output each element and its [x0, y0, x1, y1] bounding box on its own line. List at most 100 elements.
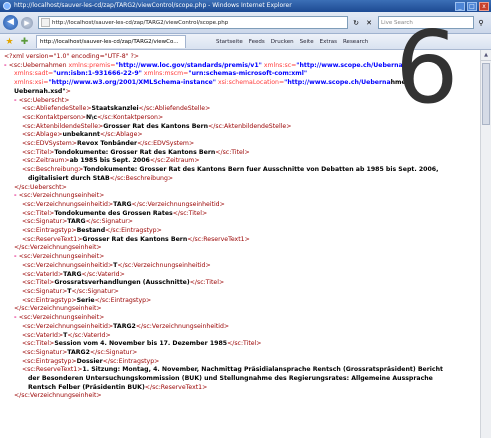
page-favicon-icon: [41, 18, 50, 27]
xml-tag: <sc:Signatur>: [22, 287, 68, 295]
xml-tag: >: [65, 87, 71, 95]
xml-text: 1. Sitzung: Montag, 4. November, Nachmit…: [82, 366, 443, 374]
scroll-up-icon[interactable]: ▲: [481, 50, 491, 61]
xml-tag: </sc:Verzeichnungseinheit>: [14, 305, 102, 313]
xml-tag: </sc:Verzeichnungseinheitid>: [131, 200, 225, 208]
xml-tag: <sc:Verzeichnungseinheitid>: [22, 261, 114, 269]
xml-text: Tondokumente des Grossen Rates: [54, 209, 173, 217]
xml-tag: </sc:AktenbildendeStelle>: [208, 122, 292, 130]
xml-tag: <sc:VaterId>: [22, 331, 64, 339]
xml-line: <sc:Zeitraum>ab 1985 bis Sept. 2006</sc:…: [0, 157, 480, 166]
xml-tag: <sc:Eintragstyp>: [22, 296, 77, 304]
xml-line: <sc:Signatur>T</sc:Signatur>: [0, 288, 480, 297]
xml-attr-name: xsi:schemaLocation=: [215, 79, 285, 87]
xml-tag: <sc:Eintragstyp>: [22, 227, 77, 235]
stop-icon[interactable]: ✕: [364, 18, 374, 28]
xml-tag: <sc:Titel>: [22, 279, 55, 287]
xml-line: <sc:Signatur>TARG2</sc:Signatur>: [0, 349, 480, 358]
xml-tag: <sc:EDVSystem>: [22, 140, 77, 148]
xml-tag: </sc:Signatur>: [85, 218, 133, 226]
window-title: http://localhost/sauver-les-cd/zap/TARG2…: [14, 2, 292, 9]
xml-attr-name: xmlns:xsi=: [14, 79, 49, 87]
xml-text: Dossier: [76, 357, 103, 365]
xml-text: Uebernah.xsd": [14, 87, 66, 95]
xml-tag: <sc:Verzeichnungseinheit>: [18, 314, 105, 322]
xml-tag: <sc:Signatur>: [22, 218, 68, 226]
xml-tag: <sc:ReserveText1>: [22, 366, 83, 374]
xml-tag: <sc:Verzeichnungseinheit>: [18, 253, 105, 261]
xml-line: <sc:Eintragstyp>Serie</sc:Eintragstyp>: [0, 297, 480, 306]
xml-text: Grosser Rat des Kantons Bern: [103, 122, 209, 130]
xml-line: <sc:Verzeichnungseinheitid>TARG</sc:Verz…: [0, 201, 480, 210]
toolbar-research[interactable]: Research: [343, 39, 368, 45]
xml-line: <sc:Ablage>unbekannt</sc:Ablage>: [0, 131, 480, 140]
xml-tag: </sc:AbliefendeStelle>: [138, 105, 211, 113]
browser-logo-icon: [3, 2, 11, 10]
xml-tag: </sc:Signatur>: [89, 348, 138, 356]
xml-tag: <sc:Kontaktperson>: [22, 113, 86, 121]
xml-text: Tondokumente: Grosser Rat des Kantons Be…: [54, 148, 216, 156]
xml-text: Grossratsverhandlungen (Ausschnitte): [54, 279, 190, 287]
xml-line: Rentsch Felber (Präsidentin BUK)</sc:Res…: [0, 384, 480, 393]
xml-line: <sc:ReserveText1>1. Sitzung: Montag, 4. …: [0, 366, 480, 375]
xml-text: Tondokumente: Grosser Rat des Kantons Be…: [83, 166, 439, 174]
xml-text: Serie: [76, 296, 95, 304]
toolbar-page[interactable]: Seite: [300, 39, 314, 45]
xml-attr-value: "urn:isbn:1-931666-22-9": [53, 70, 142, 78]
tab-current[interactable]: http://localhost/sauver-les-cd/zap/TARG2…: [36, 35, 186, 48]
xml-text: Staatskanzlei: [91, 105, 139, 113]
toolbar-feeds[interactable]: Feeds: [249, 39, 265, 45]
xml-tag: </sc:Ablage>: [100, 131, 143, 139]
add-favorite-icon[interactable]: ✚: [19, 37, 30, 47]
xml-line: <sc:Titel>Tondokumente des Grossen Rates…: [0, 210, 480, 219]
xml-line[interactable]: - <sc:Verzeichnungseinheit>: [0, 253, 480, 262]
back-button[interactable]: ◀: [3, 15, 18, 30]
xml-tag: <sc:AktenbildendeStelle>: [22, 122, 104, 130]
favorites-star-icon[interactable]: ★: [4, 37, 15, 47]
xml-line: <sc:Eintragstyp>Dossier</sc:Eintragstyp>: [0, 358, 480, 367]
xml-tag: </sc:Eintragstyp>: [94, 296, 152, 304]
xml-text: TARG2: [67, 348, 90, 356]
xml-tag: <sc:Verzeichnungseinheitid>: [22, 200, 114, 208]
xml-line: </sc:Verzeichnungseinheit>: [0, 244, 480, 253]
xml-declaration: <?xml version="1.0" encoding="UTF-8" ?>: [4, 53, 139, 60]
xml-text: TARG2: [113, 322, 136, 330]
xml-line: <sc:Beschreibung>Tondokumente: Grosser R…: [0, 166, 480, 175]
search-icon[interactable]: ⚲: [475, 17, 487, 29]
scroll-thumb[interactable]: [482, 63, 490, 125]
xml-line: <sc:VaterId>T</sc:VaterId>: [0, 332, 480, 341]
xml-line[interactable]: - <sc:Verzeichnungseinheit>: [0, 314, 480, 323]
forward-button[interactable]: ▶: [21, 16, 33, 29]
xml-line: <sc:Verzeichnungseinheitid>TARG2</sc:Ver…: [0, 323, 480, 332]
xml-text: digitalisiert durch StAB: [28, 174, 110, 182]
xml-text: Bestand: [76, 227, 106, 235]
xml-text: unbekannt: [62, 131, 101, 139]
vertical-scrollbar[interactable]: ▲: [480, 50, 491, 438]
xml-attr-name: xmlns:mscm=: [141, 70, 189, 78]
xml-attr-value: "http://www.w3.org/2001/XMLSchema-instan…: [48, 79, 216, 87]
maximize-button[interactable]: □: [467, 1, 477, 11]
xml-text: Grosser Rat des Kantons Bern: [82, 235, 188, 243]
xml-tag: </sc:VaterId>: [67, 331, 111, 339]
toolbar-home[interactable]: Startseite: [216, 39, 243, 45]
xml-line[interactable]: - <sc:Verzeichnungseinheit>: [0, 192, 480, 201]
xml-line: </sc:Ueberscht>: [0, 184, 480, 193]
address-input[interactable]: http://localhost/sauver-les-cd/zap/TARG2…: [38, 16, 348, 29]
xml-tag: <sc:Titel>: [22, 209, 55, 217]
xml-tag: <sc:Verzeichnungseinheitid>: [22, 322, 114, 330]
xml-tag: <sc:Titel>: [22, 148, 55, 156]
xml-text: Revox Tonbänder: [76, 140, 138, 148]
xml-attr-name: xmlns:sc=: [261, 61, 297, 69]
xml-tag: <sc:ReserveText1>: [22, 235, 83, 243]
xml-text: der Besonderen Untersuchungskommission (…: [28, 375, 433, 383]
xml-tag: <sc:VaterId>: [22, 270, 64, 278]
toolbar-print[interactable]: Drucken: [271, 39, 294, 45]
xml-tag: </sc:Titel>: [172, 209, 208, 217]
xml-tag: <sc:Titel>: [22, 340, 55, 348]
xml-line: <sc:ReserveText1>Grosser Rat des Kantons…: [0, 236, 480, 245]
xml-tag: <sc:Ablage>: [22, 131, 63, 139]
refresh-icon[interactable]: ↻: [351, 18, 361, 28]
toolbar-tools[interactable]: Extras: [320, 39, 337, 45]
page-number-overlay: 6: [395, 9, 459, 126]
close-button[interactable]: x: [479, 1, 489, 11]
